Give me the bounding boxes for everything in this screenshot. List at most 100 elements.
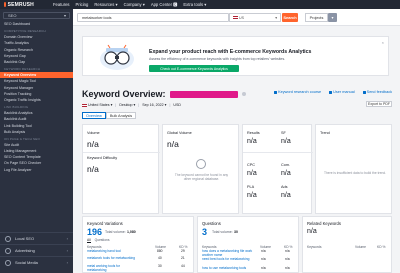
table-row-kd: 44 <box>181 264 185 268</box>
sidebar-item-backlink-gap[interactable]: Backlink Gap <box>0 59 73 65</box>
com-label: Com. <box>281 163 291 167</box>
variations-total-value: 1,080 <box>127 230 136 234</box>
variations-tab-questions[interactable]: Questions <box>95 238 110 243</box>
pin-icon <box>5 235 11 242</box>
table-row-kd: n/a <box>285 266 290 270</box>
main-content: metalworker.tools US ▾ Search Projects ▾… <box>73 9 400 273</box>
table-row-keyword[interactable]: metalwork tools for metalworking <box>87 256 137 261</box>
kd-label: Keyword Difficulty <box>87 156 118 160</box>
currency-filter[interactable]: USD <box>173 103 181 107</box>
nav-extra-tools[interactable]: Extra tools ▾ <box>183 2 206 8</box>
promo-banner: Expand your product reach with E-commerc… <box>82 36 389 76</box>
top-nav: Features Pricing Resources ▾ Company ▾ A… <box>53 2 206 8</box>
sidebar-item-advertising[interactable]: Advertising › <box>0 244 73 256</box>
sidebar-item-local-seo[interactable]: Local SEO › <box>0 232 73 244</box>
questions-card: Questions 3 Total volume: 30 Keywords Vo… <box>197 216 299 273</box>
tab-bulk-analysis[interactable]: Bulk Analysis <box>105 112 137 119</box>
table-row-keyword[interactable]: metal working tools for metalworking <box>87 264 139 273</box>
table-row-volume: n/a <box>261 266 266 270</box>
projects-button[interactable]: Projects <box>305 13 328 22</box>
ads-label: Ads <box>281 185 288 189</box>
sidebar-item-log-file-analyzer[interactable]: Log File Analyzer <box>0 167 73 173</box>
trend-note: There is insufficient data to build the … <box>323 171 387 175</box>
tab-overview[interactable]: Overview <box>82 112 106 119</box>
table-row-keyword[interactable]: need best tools for metalworking <box>202 257 254 262</box>
questions-total-value: 30 <box>234 230 238 234</box>
semrush-logo[interactable]: SEMRUSH <box>0 0 34 9</box>
nav-resources[interactable]: Resources ▾ <box>94 2 117 8</box>
related-title: Related Keywords <box>307 221 341 226</box>
variations-total-label: Total volume: <box>105 230 126 234</box>
banner-cta-button[interactable]: Check out E-commerce Keywords Analytics <box>149 65 239 72</box>
nav-company[interactable]: Company ▾ <box>124 2 145 8</box>
send-feedback-link[interactable]: Send feedback <box>363 90 392 94</box>
related-keywords-card: Related Keywords n/a Keywords Volume KD … <box>302 216 392 273</box>
sf-value: n/a <box>281 138 291 145</box>
col-kd: KD % <box>377 245 386 249</box>
spyglass-illustration-icon <box>100 44 134 70</box>
questions-total-label: Total volume: <box>212 230 233 234</box>
table-row-volume: 30 <box>158 264 162 268</box>
variations-title: Keyword Variations <box>87 221 123 226</box>
table-row-keyword[interactable]: how to use metalworking tools <box>202 266 254 271</box>
device-filter[interactable]: Desktop ▾ <box>119 103 135 107</box>
sidebar: SEO ▾ SEO Dashboard COMPETITIVE RESEARCH D… <box>0 9 73 273</box>
nav-features[interactable]: Features <box>53 2 70 8</box>
title-row: Keyword Overview: Keyword research cours… <box>82 89 392 101</box>
col-keywords: Keywords <box>307 245 322 249</box>
col-volume: Volume <box>355 245 366 249</box>
sidebar-toolkit-select[interactable]: SEO ▾ <box>3 12 70 19</box>
related-value: n/a <box>307 228 317 235</box>
table-row-keyword[interactable]: metalworking hand tool <box>87 249 121 254</box>
nav-app-center[interactable]: App Center 🅲 <box>151 2 178 8</box>
cpc-label: CPC <box>247 163 256 167</box>
global-volume-note: The keyword cannot be found in any other… <box>174 173 229 181</box>
com-value: n/a <box>281 170 291 177</box>
serp-metrics-card: Results n/a SF n/a CPC n/a Com. n/a PLA … <box>242 124 313 214</box>
close-icon[interactable]: × <box>382 40 384 45</box>
megaphone-icon <box>5 247 11 254</box>
questions-title: Questions <box>202 221 221 226</box>
pla-value: n/a <box>247 192 257 199</box>
search-button[interactable]: Search <box>282 13 298 22</box>
chevron-down-icon: ▾ <box>331 15 334 20</box>
user-manual-link[interactable]: User manual <box>329 90 355 94</box>
keyword-search-input[interactable]: metalworker.tools <box>77 13 229 22</box>
pla-label: PLA <box>247 185 255 189</box>
sidebar-item-organic-traffic-insights[interactable]: Organic Traffic Insights <box>0 97 73 103</box>
cpc-value: n/a <box>247 170 257 177</box>
us-flag-icon <box>82 103 87 107</box>
nav-pricing[interactable]: Pricing <box>76 2 89 8</box>
sidebar-menu: SEO Dashboard COMPETITIVE RESEARCH Domain … <box>0 21 73 173</box>
view-tabs: Overview Bulk Analysis <box>82 112 137 119</box>
table-row-volume: n/a <box>261 257 266 261</box>
chevron-right-icon: › <box>66 248 68 253</box>
results-label: Results <box>247 131 260 135</box>
global-volume-card: Global Volume n/a The keyword cannot be … <box>162 124 239 214</box>
ads-value: n/a <box>281 192 291 199</box>
projects-dropdown-button[interactable]: ▾ <box>328 13 337 22</box>
sidebar-item-social-media[interactable]: Social Media › <box>0 256 73 268</box>
date-filter[interactable]: Sep 16, 2022 ▾ <box>142 103 166 107</box>
trend-label: Trend <box>320 131 330 135</box>
sidebar-item-seo-dashboard[interactable]: SEO Dashboard <box>0 21 73 27</box>
database-select[interactable]: US ▾ <box>229 13 281 22</box>
table-row-volume: 40 <box>158 256 162 260</box>
questions-count[interactable]: 3 <box>202 227 207 237</box>
variations-tab-all[interactable]: All <box>87 238 91 243</box>
title-actions: Keyword research course User manual Send… <box>274 90 392 94</box>
logo-mark-icon <box>4 2 6 7</box>
table-row-volume: 880 <box>157 249 163 253</box>
top-bar: SEMRUSH Features Pricing Resources ▾ Com… <box>0 0 400 9</box>
globe-icon <box>196 159 206 169</box>
database-filter[interactable]: United States ▾ <box>82 103 112 107</box>
sidebar-item-bulk-analysis[interactable]: Bulk Analysis <box>0 129 73 135</box>
us-flag-icon <box>233 16 238 19</box>
external-link-icon[interactable] <box>241 92 246 96</box>
global-volume-value: n/a <box>167 139 179 149</box>
keyword-course-link[interactable]: Keyword research course <box>274 90 321 94</box>
variations-count[interactable]: 196 <box>87 227 102 237</box>
banner-subtitle: Assess the efficiency of e-commerce keyw… <box>149 57 286 61</box>
export-pdf-button[interactable]: Export to PDF <box>366 101 392 107</box>
table-row-kd: n/a <box>285 257 290 261</box>
